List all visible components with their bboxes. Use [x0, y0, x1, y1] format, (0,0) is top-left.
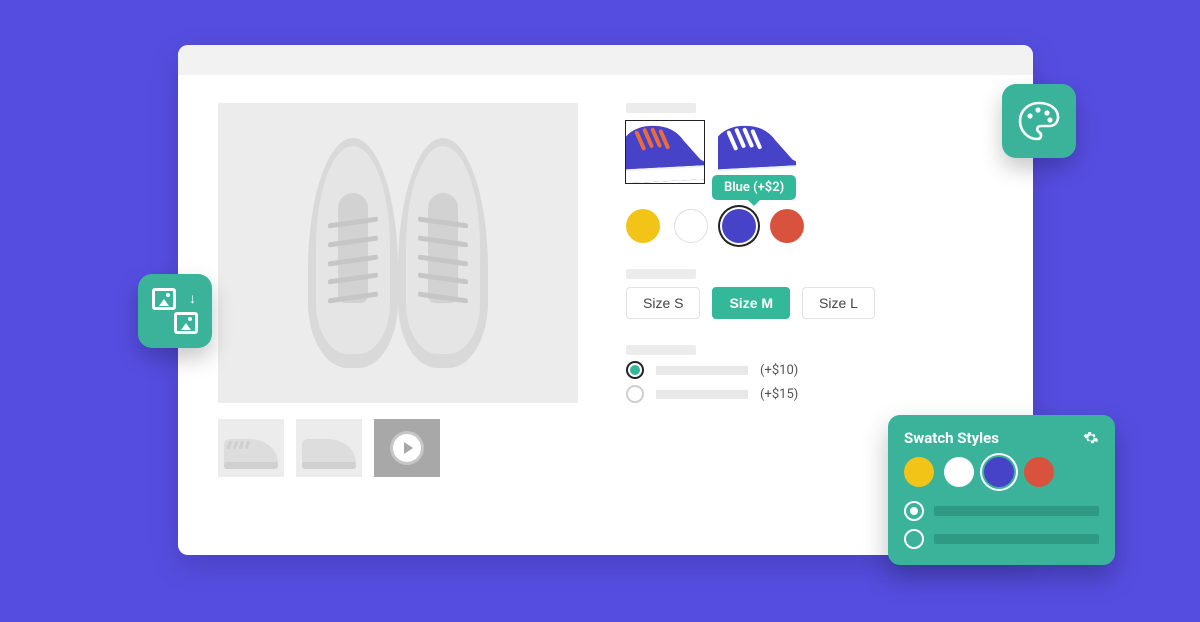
addon-row-0: (+$10) [626, 361, 993, 379]
gallery-thumb-1[interactable] [218, 419, 284, 477]
shoe-illustration-left [308, 138, 398, 368]
panel-style-radio-1[interactable] [904, 529, 924, 549]
color-swatch-white[interactable] [674, 209, 708, 243]
panel-style-row-1 [904, 529, 1099, 549]
gear-icon[interactable] [1083, 430, 1099, 446]
color-swatch-yellow[interactable] [626, 209, 660, 243]
palette-badge[interactable] [1002, 84, 1076, 158]
size-label-placeholder [626, 269, 696, 279]
panel-style-bar-0 [934, 506, 1099, 516]
variant-thumb-blue-white[interactable] [718, 121, 796, 183]
panel-swatch-white[interactable] [944, 457, 974, 487]
swatch-panel-style-options [904, 501, 1099, 549]
addon-radio-0[interactable] [626, 361, 644, 379]
window-titlebar [178, 45, 1033, 75]
image-switch-badge[interactable]: ↓ [138, 274, 212, 348]
addon-price-0: (+$10) [760, 363, 798, 378]
addon-label-placeholder [656, 390, 748, 399]
color-swatch-row [626, 209, 993, 243]
image-swap-icon: ↓ [152, 288, 198, 334]
product-gallery [218, 103, 578, 527]
gallery-thumb-2[interactable] [296, 419, 362, 477]
addon-label-placeholder [626, 345, 696, 355]
swatch-styles-panel: Swatch Styles [888, 415, 1115, 565]
size-button-0[interactable]: Size S [626, 287, 700, 319]
addon-price-1: (+$15) [760, 387, 798, 402]
panel-style-radio-0[interactable] [904, 501, 924, 521]
gallery-thumbnails [218, 419, 578, 477]
addon-label-placeholder [656, 366, 748, 375]
size-button-1[interactable]: Size M [712, 287, 790, 319]
panel-swatch-blue[interactable] [984, 457, 1014, 487]
panel-style-bar-1 [934, 534, 1099, 544]
size-button-2[interactable]: Size L [802, 287, 875, 319]
variant-thumbnails [626, 121, 993, 183]
panel-style-row-0 [904, 501, 1099, 521]
size-options-row: Size S Size M Size L [626, 287, 993, 319]
gallery-thumb-video[interactable] [374, 419, 440, 477]
palette-icon [1017, 99, 1061, 143]
addon-radio-1[interactable] [626, 385, 644, 403]
panel-swatch-yellow[interactable] [904, 457, 934, 487]
color-swatch-red[interactable] [770, 209, 804, 243]
panel-swatch-red[interactable] [1024, 457, 1054, 487]
variant-thumb-blue-orange[interactable] [626, 121, 704, 183]
color-swatch-blue[interactable] [722, 209, 756, 243]
color-tooltip: Blue (+$2) [712, 175, 796, 200]
shoe-illustration-right [398, 138, 488, 368]
product-main-image[interactable] [218, 103, 578, 403]
swatch-panel-title: Swatch Styles [904, 429, 999, 447]
play-icon [393, 434, 421, 462]
addon-options: (+$10) (+$15) [626, 361, 993, 403]
color-tooltip-label: Blue (+$2) [724, 180, 784, 195]
variant-label-placeholder [626, 103, 696, 113]
addon-row-1: (+$15) [626, 385, 993, 403]
swatch-panel-color-row [904, 457, 1099, 487]
